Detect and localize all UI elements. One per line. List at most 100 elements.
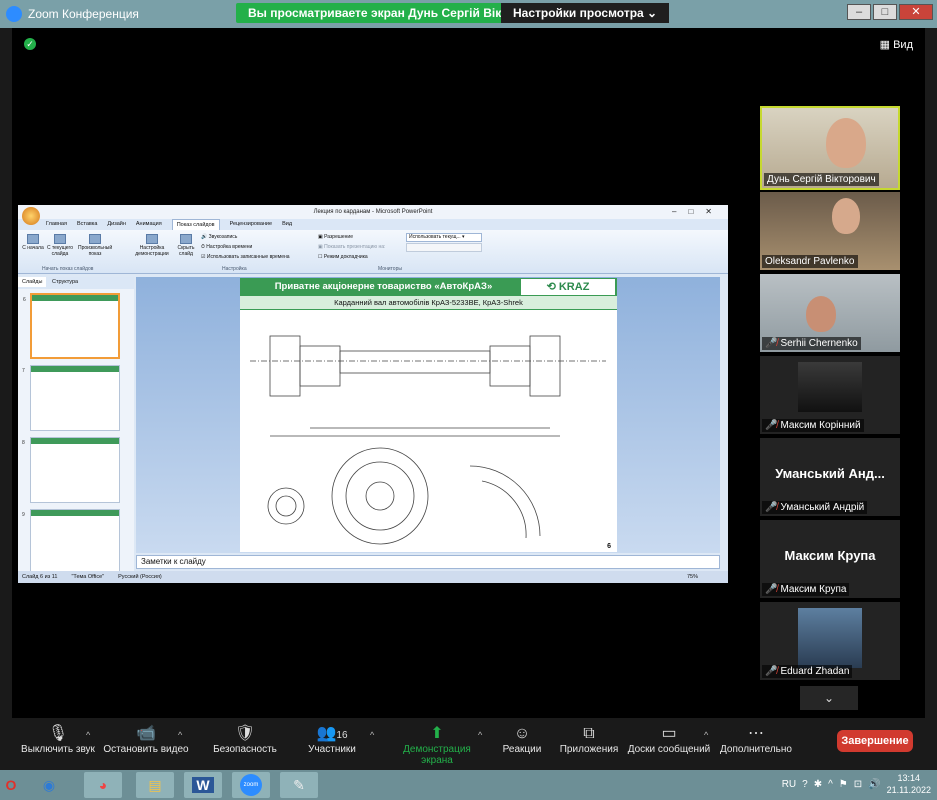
thumb-number: 7 — [22, 368, 25, 374]
volume-icon[interactable]: 🔊 — [868, 779, 880, 790]
word-icon[interactable]: W — [184, 772, 222, 798]
rehearse-timings-button[interactable]: ⏱ Настройка времени — [201, 244, 252, 250]
whiteboards-button[interactable]: ▭ Доски сообщений — [626, 724, 712, 755]
tab-view[interactable]: Вид — [282, 219, 292, 230]
tab-design[interactable]: Дизайн — [107, 219, 126, 230]
participant-tile-2[interactable]: Oleksandr Pavlenko — [760, 192, 900, 270]
group-monitors-label: Мониторы — [378, 266, 402, 272]
thumbnail-slide-7[interactable]: 7 — [22, 365, 120, 431]
video-feed — [798, 362, 862, 412]
audio-options-caret[interactable]: ^ — [86, 730, 90, 740]
thumbnail-slide-8[interactable]: 8 — [22, 437, 120, 503]
view-settings-button[interactable]: Настройки просмотра ⌄ — [501, 3, 670, 23]
participant-tile-5[interactable]: Уманський Анд... 🎤̸ Уманський Андрій — [760, 438, 900, 516]
record-narration-label: Звукозапись — [208, 234, 238, 240]
more-button[interactable]: ⋯ Дополнительно — [718, 724, 794, 755]
apps-icon: ⧉ — [583, 725, 595, 742]
tab-animation[interactable]: Анимация — [136, 219, 162, 230]
participants-button[interactable]: 👥16 Участники — [302, 724, 362, 755]
video-feed — [798, 608, 862, 668]
maximize-button[interactable]: □ — [873, 4, 897, 20]
encryption-shield-icon[interactable]: ✓ — [24, 38, 36, 50]
system-tray: RU ? ✱ ^ ⚑ ⊡ 🔊 13:14 21.11.2022 — [782, 772, 931, 796]
file-explorer-icon[interactable]: ▤ — [136, 772, 174, 798]
tab-slideshow[interactable]: Показ слайдов — [171, 219, 220, 230]
record-narration-button[interactable]: 🔊 Звукозапись — [201, 234, 237, 240]
end-meeting-button[interactable]: Завершение — [837, 730, 913, 752]
participant-tile-3[interactable]: 🎤̸ Serhii Chernenko — [760, 274, 900, 352]
custom-show-label: Произвольный показ — [78, 245, 113, 257]
help-icon[interactable]: ? — [802, 779, 808, 790]
tab-review[interactable]: Рецензирование — [230, 219, 272, 230]
mic-muted-icon: 🎤̸ — [765, 420, 778, 431]
app-title: Zoom Конференция — [6, 6, 139, 22]
participant-name: Дунь Сергій Вікторович — [764, 173, 879, 186]
clock-time: 13:14 — [897, 773, 921, 783]
tray-expand-icon[interactable]: ^ — [828, 779, 833, 790]
current-slide[interactable]: Приватне акціонерне товариство «АвтоКрАЗ… — [240, 278, 617, 552]
office-button-icon[interactable] — [22, 207, 40, 225]
windows-taskbar: O ◉ ◕ ▤ W zoom ✎ RU ? ✱ ^ ⚑ ⊡ 🔊 13:14 21… — [0, 770, 937, 800]
tab-insert[interactable]: Вставка — [77, 219, 97, 230]
resolution-select[interactable]: Использовать текущ... ▾ — [406, 233, 482, 242]
custom-show-icon — [89, 234, 101, 244]
flag-icon[interactable]: ⚑ — [839, 779, 848, 790]
whiteboards-options-caret[interactable]: ^ — [704, 730, 708, 740]
clock[interactable]: 13:14 21.11.2022 — [887, 772, 931, 796]
thumb-header — [31, 438, 119, 444]
bluetooth-icon[interactable]: ✱ — [814, 779, 822, 790]
from-current-button[interactable]: С текущего слайда — [46, 234, 74, 257]
zoom-taskbar-icon[interactable]: zoom — [232, 772, 270, 798]
scroll-down-button[interactable]: ⌄ — [800, 686, 858, 710]
thumb-number: 8 — [22, 440, 25, 446]
view-button[interactable]: ▦ Вид — [880, 38, 913, 51]
reactions-button[interactable]: ☺ Реакции — [500, 724, 544, 755]
cardan-shaft-drawing — [250, 335, 606, 545]
participant-tile-4[interactable]: 🎤̸ Максим Корінний — [760, 356, 900, 434]
mute-label: Выключить звук — [21, 744, 95, 755]
participant-tile-6[interactable]: Максим Крупа 🎤̸ Максим Крупа — [760, 520, 900, 598]
participant-tile-1[interactable]: Дунь Сергій Вікторович — [760, 106, 900, 190]
slide-thumbnails: 6 7 8 9 — [18, 289, 134, 575]
opera-icon[interactable]: O — [0, 772, 22, 798]
edge-icon[interactable]: ◉ — [30, 772, 68, 798]
participant-name: 🎤̸ Максим Корінний — [762, 419, 864, 432]
status-zoom[interactable]: 75% — [687, 571, 698, 583]
chrome-icon[interactable]: ◕ — [84, 772, 122, 798]
tab-slides[interactable]: Слайды — [18, 277, 47, 287]
show-on-label: Показать презентацию на: — [324, 244, 386, 250]
share-options-caret[interactable]: ^ — [478, 730, 482, 740]
share-screen-button[interactable]: ⬆ Демонстрация экрана — [386, 724, 488, 766]
participants-options-caret[interactable]: ^ — [370, 730, 374, 740]
thumbnail-slide-9[interactable]: 9 — [22, 509, 120, 575]
hide-slide-button[interactable]: Скрыть слайд — [174, 234, 198, 257]
slideshow-current-icon — [54, 234, 66, 244]
network-icon[interactable]: ⊡ — [854, 779, 862, 790]
use-timings-checkbox[interactable]: ☑ Использовать записанные времена — [201, 254, 290, 260]
participant-name-text: Oleksandr Pavlenko — [765, 256, 855, 267]
slide-page-number: 6 — [607, 543, 611, 550]
participant-face — [806, 296, 836, 332]
tab-home[interactable]: Главная — [46, 219, 67, 230]
slide-notes-field[interactable]: Заметки к слайду — [136, 555, 720, 569]
ppt-status-bar: Слайд 6 из 11 "Тема Office" Русский (Рос… — [18, 571, 728, 583]
custom-show-button[interactable]: Произвольный показ — [78, 234, 112, 257]
thumbnail-slide-6[interactable]: 6 — [23, 293, 120, 359]
status-language[interactable]: Русский (Россия) — [118, 571, 162, 583]
show-on-select[interactable] — [406, 243, 482, 252]
app-taskbar-icon[interactable]: ✎ — [280, 772, 318, 798]
close-button[interactable]: ✕ — [899, 4, 933, 20]
ppt-window-controls[interactable]: –□✕ — [672, 205, 724, 219]
tab-outline[interactable]: Структура — [48, 277, 82, 287]
security-button[interactable]: 🛡 Безопасность — [212, 724, 278, 755]
setup-show-button[interactable]: Настройка демонстрации — [134, 234, 170, 257]
language-indicator[interactable]: RU — [782, 779, 796, 790]
participant-tile-7[interactable]: 🎤̸ Eduard Zhadan — [760, 602, 900, 680]
from-start-button[interactable]: С начала — [22, 234, 44, 251]
video-options-caret[interactable]: ^ — [178, 730, 182, 740]
minimize-button[interactable]: – — [847, 4, 871, 20]
presenter-view-checkbox[interactable]: ☐ Режим докладчика — [318, 254, 368, 260]
apps-button[interactable]: ⧉ Приложения — [556, 724, 622, 755]
participant-display-name: Уманський Анд... — [775, 466, 885, 481]
video-button[interactable]: 📹 Остановить видео — [103, 724, 189, 755]
